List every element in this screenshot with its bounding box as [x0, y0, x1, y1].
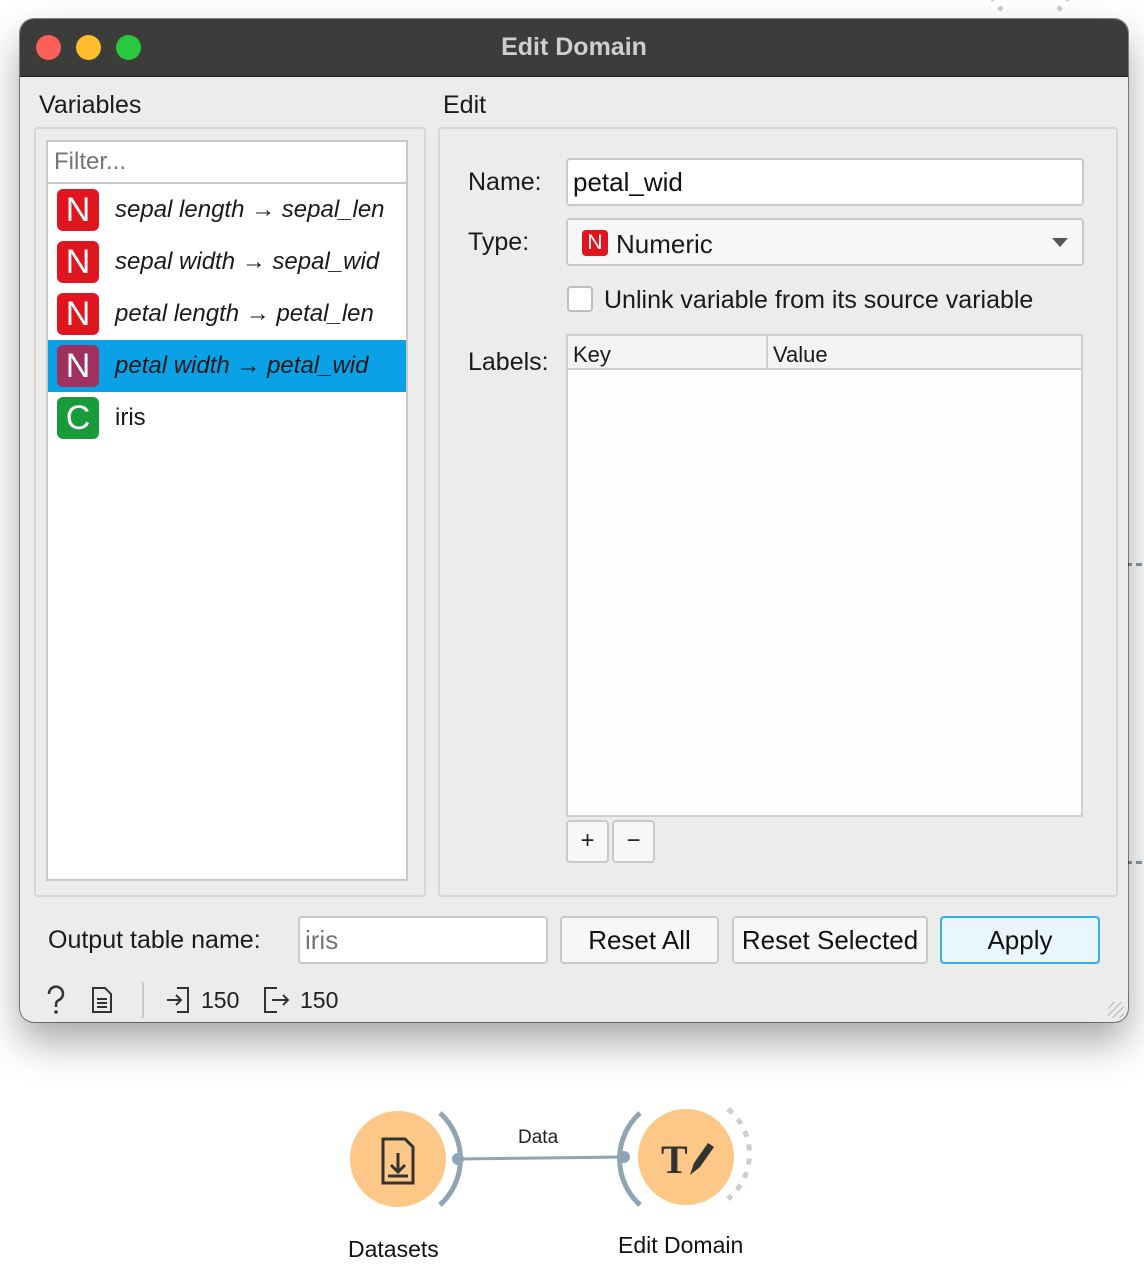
svg-text:T: T	[661, 1137, 688, 1182]
variable-item-petal-length[interactable]: N petal length → petal_len	[48, 288, 406, 340]
labels-value-header[interactable]: Value	[768, 336, 1081, 370]
resize-grip-icon[interactable]	[1108, 1002, 1124, 1018]
output-anchor[interactable]	[452, 1153, 464, 1165]
variable-item-label: iris	[115, 404, 146, 431]
input-anchor[interactable]	[618, 1151, 630, 1163]
variable-item-iris[interactable]: C iris	[48, 392, 406, 444]
edit-domain-window: Edit Domain Variables N sepal length → s…	[20, 19, 1128, 1022]
unlink-checkbox-label[interactable]: Unlink variable from its source variable	[604, 286, 1033, 315]
name-label: Name:	[468, 168, 542, 196]
add-label-button[interactable]: +	[566, 820, 609, 863]
apply-button[interactable]: Apply	[940, 916, 1100, 964]
labels-key-header[interactable]: Key	[568, 336, 768, 370]
unlink-checkbox[interactable]	[567, 286, 593, 312]
datasets-node-label: Datasets	[348, 1236, 439, 1262]
edit-heading: Edit	[443, 91, 487, 119]
numeric-type-icon: N	[582, 230, 608, 256]
edit-domain-node-label: Edit Domain	[618, 1232, 744, 1258]
workflow-canvas: T	[350, 1107, 752, 1207]
numeric-variable-icon: N	[57, 189, 99, 231]
type-select-value: Numeric	[616, 229, 713, 259]
variables-heading: Variables	[39, 91, 142, 119]
output-table-name-label: Output table name:	[48, 926, 261, 954]
type-label: Type:	[468, 228, 530, 256]
categorical-variable-icon: C	[57, 397, 99, 439]
reset-selected-button[interactable]: Reset Selected	[732, 916, 928, 964]
partial-node-icon	[990, 0, 1070, 12]
input-count: 150	[201, 987, 240, 1013]
variable-item-label: petal width → petal_wid	[115, 352, 369, 379]
canvas-link-fragment	[1126, 563, 1144, 566]
labels-label: Labels:	[468, 348, 549, 376]
title-bar[interactable]: Edit Domain	[20, 19, 1128, 77]
variable-item-label: sepal width → sepal_wid	[115, 248, 380, 275]
variable-item-sepal-length[interactable]: N sepal length → sepal_len	[48, 184, 406, 236]
output-data-icon	[264, 987, 290, 1013]
status-bar: 150 150	[20, 979, 1128, 1022]
report-icon[interactable]	[91, 986, 113, 1014]
numeric-variable-icon: N	[57, 345, 99, 387]
help-icon[interactable]	[45, 985, 67, 1015]
window-title: Edit Domain	[501, 33, 647, 61]
remove-label-button[interactable]: −	[612, 820, 655, 863]
labels-table[interactable]: Key Value	[566, 334, 1083, 817]
variables-list: N sepal length → sepal_len N sepal width…	[46, 184, 408, 881]
reset-all-button[interactable]: Reset All	[560, 916, 719, 964]
output-table-name-input[interactable]	[298, 916, 548, 964]
canvas-link-fragment	[1126, 861, 1144, 864]
type-select[interactable]: N Numeric	[566, 218, 1084, 266]
variable-item-petal-width[interactable]: N petal width → petal_wid	[48, 340, 406, 392]
input-data-icon	[167, 987, 189, 1013]
name-input[interactable]	[566, 158, 1084, 206]
output-count: 150	[300, 987, 339, 1013]
link-label: Data	[518, 1127, 559, 1148]
numeric-variable-icon: N	[57, 293, 99, 335]
chevron-down-icon	[1052, 238, 1068, 247]
variable-item-label: sepal length → sepal_len	[115, 196, 385, 223]
variable-item-label: petal length → petal_len	[115, 300, 374, 327]
variable-item-sepal-width[interactable]: N sepal width → sepal_wid	[48, 236, 406, 288]
variables-filter-input[interactable]	[46, 140, 408, 184]
numeric-variable-icon: N	[57, 241, 99, 283]
data-link[interactable]	[457, 1155, 625, 1161]
status-separator	[142, 982, 144, 1018]
